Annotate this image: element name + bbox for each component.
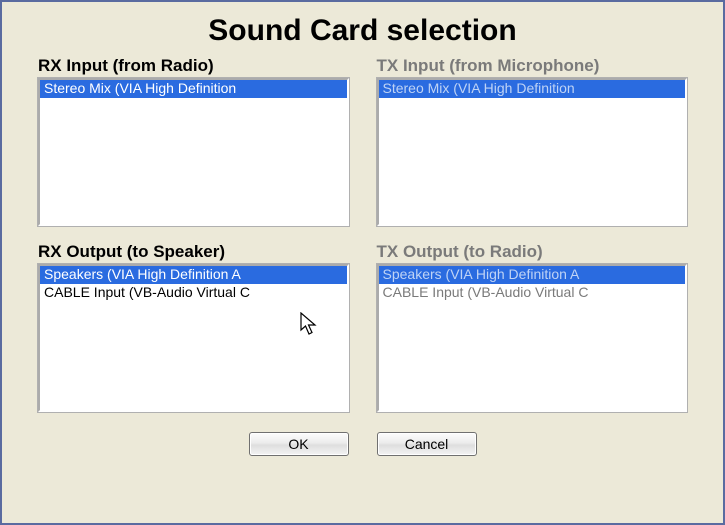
cancel-button[interactable]: Cancel <box>377 432 477 456</box>
tx-output-label: TX Output (to Radio) <box>377 242 688 262</box>
dialog-title: Sound Card selection <box>2 2 723 56</box>
rx-input-panel: RX Input (from Radio) Stereo Mix (VIA Hi… <box>38 56 349 226</box>
tx-output-listbox[interactable]: Speakers (VIA High Definition ACABLE Inp… <box>377 264 688 412</box>
rx-output-listbox[interactable]: Speakers (VIA High Definition ACABLE Inp… <box>38 264 349 412</box>
tx-input-label: TX Input (from Microphone) <box>377 56 688 76</box>
list-item[interactable]: Stereo Mix (VIA High Definition <box>379 80 686 98</box>
rx-input-label: RX Input (from Radio) <box>38 56 349 76</box>
rx-input-listbox[interactable]: Stereo Mix (VIA High Definition <box>38 78 349 226</box>
dialog-buttons: OK Cancel <box>2 432 723 456</box>
sound-panels: RX Input (from Radio) Stereo Mix (VIA Hi… <box>2 56 723 424</box>
ok-button[interactable]: OK <box>249 432 349 456</box>
list-item[interactable]: Stereo Mix (VIA High Definition <box>40 80 347 98</box>
list-item[interactable]: Speakers (VIA High Definition A <box>40 266 347 284</box>
list-item[interactable]: Speakers (VIA High Definition A <box>379 266 686 284</box>
tx-output-panel: TX Output (to Radio) Speakers (VIA High … <box>377 242 688 412</box>
list-item[interactable]: CABLE Input (VB-Audio Virtual C <box>379 284 686 302</box>
rx-output-label: RX Output (to Speaker) <box>38 242 349 262</box>
tx-input-listbox[interactable]: Stereo Mix (VIA High Definition <box>377 78 688 226</box>
tx-input-panel: TX Input (from Microphone) Stereo Mix (V… <box>377 56 688 226</box>
list-item[interactable]: CABLE Input (VB-Audio Virtual C <box>40 284 347 302</box>
rx-output-panel: RX Output (to Speaker) Speakers (VIA Hig… <box>38 242 349 412</box>
